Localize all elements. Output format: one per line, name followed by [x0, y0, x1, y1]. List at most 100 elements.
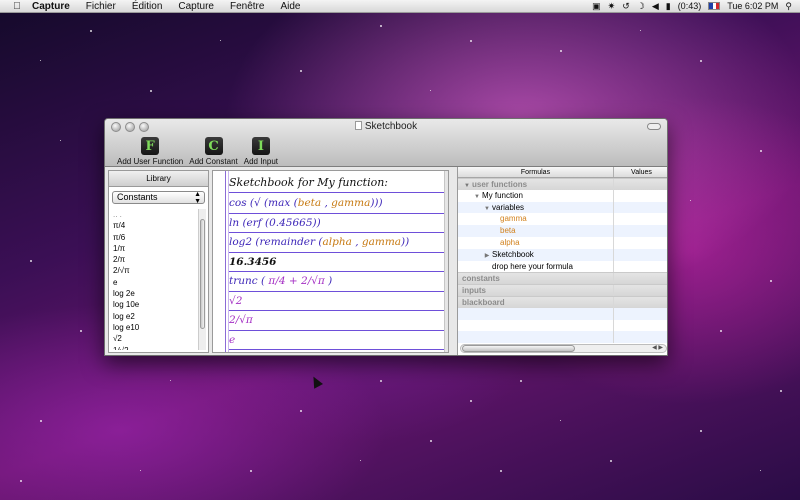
star	[720, 330, 722, 332]
column-formulas[interactable]: Formulas	[458, 167, 614, 177]
outline-row[interactable]: drop here your formula	[458, 260, 667, 273]
formula-row[interactable]: 2/√π	[229, 311, 444, 331]
star	[760, 470, 761, 471]
star	[170, 380, 171, 381]
formula-cell: gamma	[458, 213, 614, 226]
library-scroll-thumb[interactable]	[200, 219, 205, 329]
formula-cell: blackboard	[458, 296, 614, 308]
add-user-function-button[interactable]: F Add User Function	[117, 137, 183, 166]
value-cell	[614, 273, 667, 284]
wifi-icon[interactable]: ☽	[637, 0, 645, 13]
formulas-outline: Formulas Values ▼ user functions ▼ My funct…	[457, 167, 667, 355]
outline-group-row[interactable]: inputs	[458, 284, 667, 296]
disclosure-closed-icon[interactable]: ▶	[482, 251, 492, 261]
outline-group-row[interactable]: ▼ user functions	[458, 178, 667, 190]
disclosure-open-icon[interactable]: ▼	[462, 181, 472, 190]
outline-group-row[interactable]: blackboard	[458, 295, 667, 308]
library-scrollbar[interactable]	[198, 209, 206, 350]
library-item[interactable]: e	[111, 277, 196, 288]
menu-capture[interactable]: Capture	[170, 0, 222, 13]
scroll-arrows-icon[interactable]: ◀ ▶	[652, 344, 663, 351]
library-item[interactable]: log e10	[111, 322, 196, 333]
star	[80, 330, 82, 332]
add-input-label: Add Input	[243, 157, 278, 166]
star	[640, 30, 641, 31]
outline-group-row[interactable]: constants	[458, 272, 667, 285]
input-source-flag-icon[interactable]	[708, 2, 721, 10]
disclosure-open-icon[interactable]: ▼	[482, 204, 492, 214]
formula-row[interactable]: e	[229, 331, 444, 350]
star	[520, 380, 522, 382]
title-bar[interactable]: Sketchbook F Add User Function C Add Con…	[105, 119, 667, 167]
library-item[interactable]: 2/√π	[111, 265, 196, 276]
constant-token: e	[229, 333, 236, 346]
add-user-function-label: Add User Function	[117, 157, 184, 166]
outline-header: Formulas Values	[458, 167, 667, 178]
library-item[interactable]: 2/π	[111, 254, 196, 265]
outline-row[interactable]: alpha	[458, 236, 667, 249]
disclosure-open-icon[interactable]: ▼	[472, 192, 482, 202]
outline-label: gamma	[500, 214, 527, 224]
outline-label: Sketchbook	[492, 249, 534, 259]
add-constant-button[interactable]: C Add Constant	[189, 137, 238, 166]
library-item[interactable]: log 10e	[111, 299, 196, 310]
star	[560, 420, 561, 421]
formula-cell: inputs	[458, 285, 614, 296]
star	[700, 430, 702, 432]
outline-label: variables	[492, 202, 525, 212]
battery-icon[interactable]: ▮	[666, 0, 671, 13]
menu-aide[interactable]: Aide	[272, 0, 308, 13]
formula-row[interactable]: √2	[229, 292, 444, 311]
outline-row[interactable]: beta	[458, 225, 667, 237]
formula-row[interactable]: 16.3456	[229, 253, 444, 272]
library-item[interactable]: π/4	[111, 220, 196, 231]
value-cell	[614, 249, 667, 261]
menu-edition[interactable]: Édition	[124, 0, 171, 13]
library-header[interactable]: Library	[109, 171, 208, 187]
formula-row[interactable]: trunc ( π/4 + 2/√π )	[229, 272, 444, 292]
apple-menu-icon[interactable]: 	[10, 1, 24, 12]
outline-horizontal-scrollbar[interactable]: ◀ ▶	[460, 344, 667, 353]
clock[interactable]: Tue 6:02 PM	[727, 0, 778, 13]
library-category-select[interactable]: Constants ▲ ▼	[112, 191, 205, 205]
library-item[interactable]: √2	[111, 333, 196, 344]
library-item[interactable]: π/6	[111, 232, 196, 243]
menu-fichier[interactable]: Fichier	[78, 0, 124, 13]
library-item[interactable]: 1/√2	[111, 345, 196, 350]
outline-row[interactable]: ▼ variables	[458, 201, 667, 214]
outline-row	[458, 319, 667, 332]
bluetooth-icon[interactable]: ✷	[608, 0, 616, 13]
library-item[interactable]: log e2	[111, 311, 196, 322]
menu-fenetre[interactable]: Fenêtre	[222, 0, 272, 13]
outline-row[interactable]: ▶ Sketchbook	[458, 248, 667, 261]
formula-row[interactable]: cos (√ (max (beta , gamma)))	[229, 194, 444, 214]
outline-row[interactable]: ▼ My function	[458, 189, 667, 202]
outline-label: inputs	[462, 286, 486, 296]
time-machine-icon[interactable]: ↺	[622, 0, 630, 13]
battery-time[interactable]: (0:43)	[678, 0, 702, 13]
document-icon	[354, 121, 362, 130]
outline-label: drop here your formula	[492, 261, 573, 271]
column-values[interactable]: Values	[614, 167, 667, 177]
menu-app-name[interactable]: Capture	[24, 0, 78, 13]
mouse-pointer-icon	[309, 374, 323, 389]
library-item[interactable]: log 2e	[111, 288, 196, 299]
library-item[interactable]: 1/π	[111, 243, 196, 254]
toolbar-toggle-button[interactable]	[647, 123, 661, 130]
formula-row[interactable]: ln (erf (0.45665))	[229, 214, 444, 233]
spotlight-icon[interactable]: ⚲	[785, 0, 792, 13]
sketchbook-paper[interactable]: Sketchbook for My function: cos (√ (max …	[212, 170, 449, 353]
value-cell	[614, 320, 667, 332]
outline-row[interactable]: gamma	[458, 213, 667, 226]
constant-token: √2	[229, 294, 243, 307]
volume-icon[interactable]: ◀	[652, 0, 659, 13]
function-icon: F	[141, 137, 160, 155]
formula-row[interactable]: log2 (remainder (alpha , gamma))	[229, 233, 444, 253]
outline-scroll-thumb[interactable]	[462, 345, 575, 352]
library-item-partial: .. .	[113, 210, 122, 219]
star	[250, 470, 252, 472]
input-icon: I	[251, 137, 270, 155]
screenshot-icon[interactable]: ▣	[592, 0, 601, 13]
add-input-button[interactable]: I Add Input	[244, 137, 278, 166]
sketchbook-scrollbar[interactable]	[444, 171, 448, 352]
